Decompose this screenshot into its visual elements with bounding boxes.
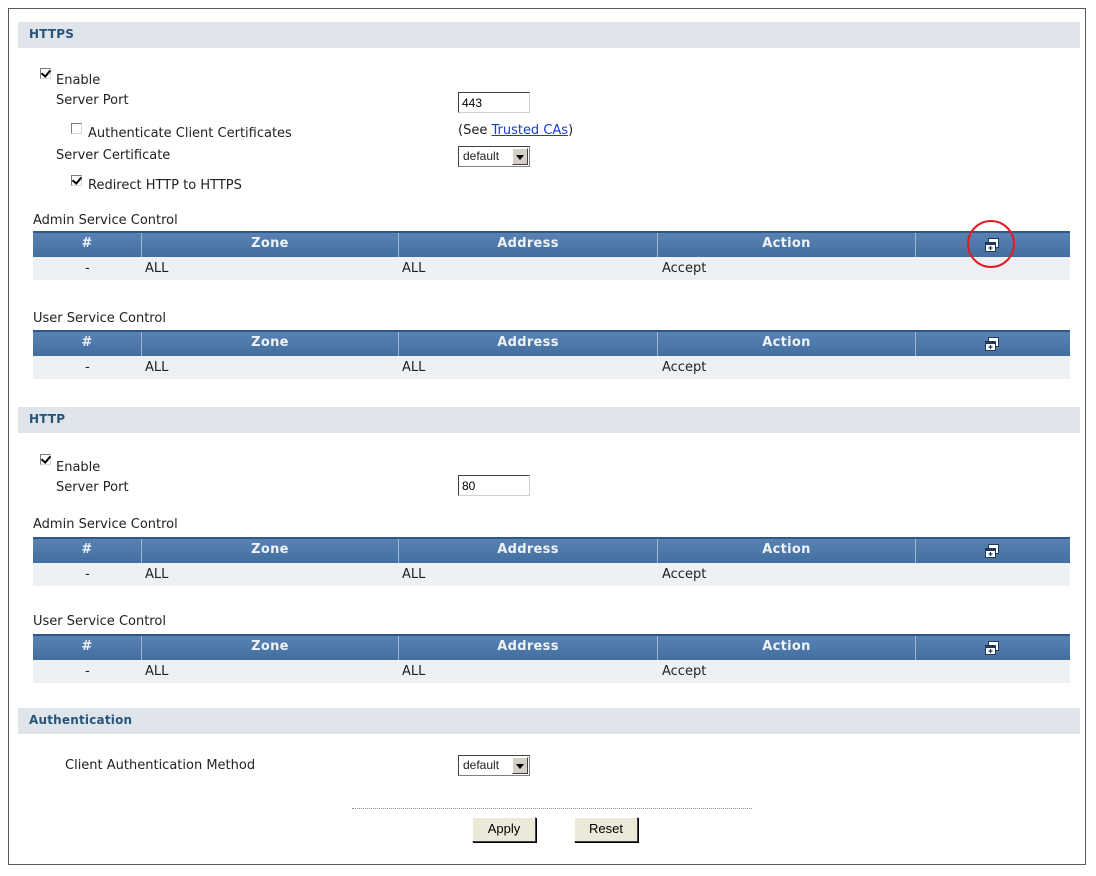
http-server-port-input[interactable] [458,475,530,496]
col-num: # [81,639,93,654]
http-section-title: HTTP [29,412,66,426]
reset-button[interactable]: Reset [574,817,638,842]
authentication-section-header: Authentication [18,708,1080,734]
https-server-port-label: Server Port [56,93,129,108]
http-enable-checkbox[interactable] [40,454,51,465]
table-row: - ALL ALL Accept [33,356,1070,379]
client-auth-method-value: default [463,758,500,772]
col-num: # [81,236,93,251]
redirect-https-label: Redirect HTTP to HTTPS [88,178,242,193]
row-zone: ALL [145,360,169,375]
divider [352,808,752,809]
col-action: Action [762,542,811,557]
chevron-down-icon [512,148,528,165]
table-header: # Zone Address Action [33,330,1070,356]
row-zone: ALL [145,664,169,679]
table-row: - ALL ALL Accept [33,660,1070,683]
http-section-header: HTTP [18,407,1080,433]
row-address: ALL [402,261,426,276]
table-header: # Zone Address Action [33,231,1070,257]
client-auth-method-label: Client Authentication Method [65,758,256,773]
https-section-title: HTTPS [29,27,75,41]
table-row: - ALL ALL Accept [33,257,1070,280]
col-num: # [81,335,93,350]
row-address: ALL [402,664,426,679]
col-zone: Zone [251,639,289,654]
table-header: # Zone Address Action [33,634,1070,660]
col-zone: Zone [251,542,289,557]
https-section-header: HTTPS [18,22,1080,48]
col-action: Action [762,639,811,654]
row-address: ALL [402,360,426,375]
redirect-https-checkbox[interactable] [71,175,82,186]
col-address: Address [497,335,559,350]
col-action: Action [762,335,811,350]
see-suffix: ) [568,123,574,138]
see-trusted-cas-text: (See Trusted CAs) [458,123,573,138]
row-action: Accept [662,360,707,375]
row-num: - [85,664,90,679]
http-enable-label: Enable [56,460,101,475]
client-auth-method-select[interactable]: default [458,755,530,776]
table-header: # Zone Address Action [33,537,1070,563]
https-server-port-input[interactable] [458,92,530,113]
add-entry-icon[interactable] [984,640,1000,656]
auth-client-cert-checkbox[interactable] [71,123,82,134]
https-enable-checkbox[interactable] [40,68,51,79]
apply-button[interactable]: Apply [472,817,536,842]
row-num: - [85,360,90,375]
server-cert-select[interactable]: default [458,146,530,167]
col-zone: Zone [251,335,289,350]
row-num: - [85,261,90,276]
add-entry-icon[interactable] [984,543,1000,559]
col-address: Address [497,639,559,654]
see-prefix: (See [458,123,492,138]
col-address: Address [497,236,559,251]
authentication-section-title: Authentication [29,713,133,727]
add-entry-icon[interactable] [984,336,1000,352]
http-admin-control-title: Admin Service Control [33,517,178,532]
col-num: # [81,542,93,557]
highlight-circle [967,220,1015,268]
row-num: - [85,567,90,582]
chevron-down-icon [512,757,528,774]
https-admin-control-title: Admin Service Control [33,213,178,228]
auth-client-cert-label: Authenticate Client Certificates [88,126,292,141]
row-zone: ALL [145,567,169,582]
col-zone: Zone [251,236,289,251]
table-row: - ALL ALL Accept [33,563,1070,586]
col-address: Address [497,542,559,557]
row-action: Accept [662,664,707,679]
row-action: Accept [662,567,707,582]
server-cert-value: default [463,149,500,163]
col-action: Action [762,236,811,251]
server-cert-label: Server Certificate [56,148,171,163]
https-user-control-title: User Service Control [33,311,166,326]
row-zone: ALL [145,261,169,276]
row-address: ALL [402,567,426,582]
http-user-control-title: User Service Control [33,614,166,629]
trusted-cas-link[interactable]: Trusted CAs [491,123,568,138]
http-server-port-label: Server Port [56,480,129,495]
https-enable-label: Enable [56,73,101,88]
row-action: Accept [662,261,707,276]
